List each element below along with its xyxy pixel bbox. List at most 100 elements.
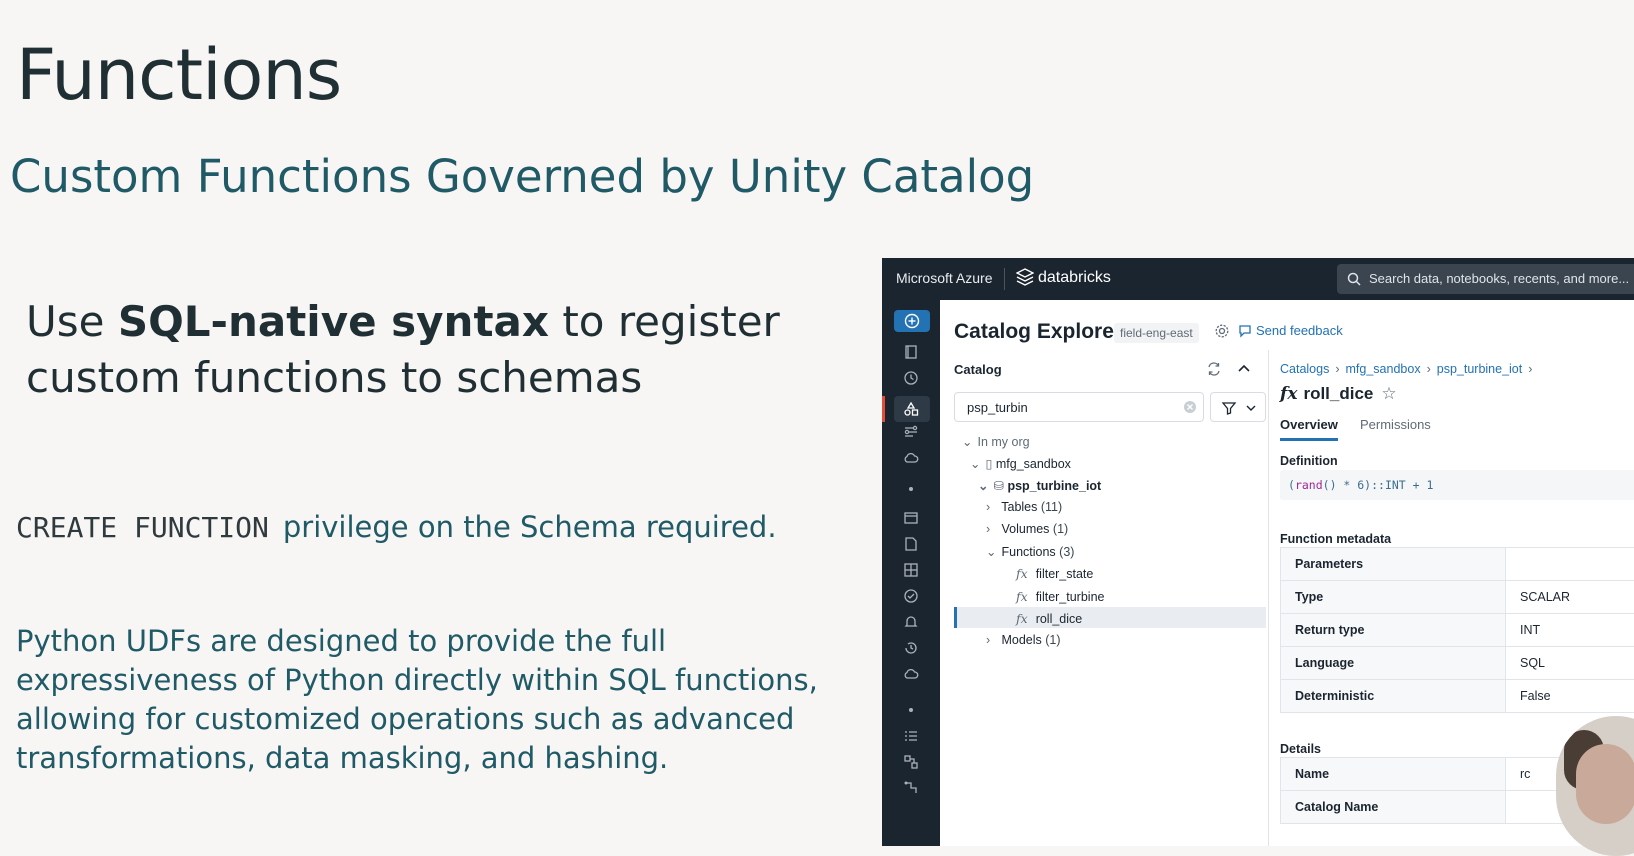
page-title: Catalog Explorer — [954, 320, 1122, 344]
catalog-icon: ▯ — [985, 457, 992, 471]
metadata-value: INT — [1506, 614, 1634, 647]
global-search-input[interactable]: Search data, notebooks, recents, and mor… — [1337, 264, 1634, 294]
tree-item-catalog[interactable]: ⌄ ▯ mfg_sandbox — [970, 456, 1071, 471]
selected-row-highlight — [954, 607, 1266, 628]
chevron-up-icon[interactable] — [1236, 361, 1252, 377]
tree-item-function[interactable]: fx filter_turbine — [1016, 589, 1104, 604]
presenter-face — [1576, 744, 1634, 824]
sql-native-statement: Use SQL-native syntax to register custom… — [26, 294, 826, 406]
breadcrumb-link[interactable]: Catalogs — [1280, 362, 1329, 376]
alerts-icon[interactable] — [903, 614, 919, 630]
database-icon: ⛁ — [993, 479, 1003, 493]
privilege-code: CREATE FUNCTION — [16, 511, 269, 544]
chevron-down-icon — [1245, 400, 1257, 416]
slide-title: Functions — [16, 34, 341, 116]
catalog-explorer-main: Catalog Explorer field-eng-east Send fee… — [940, 300, 1634, 846]
product-name: databricks — [1038, 269, 1111, 287]
tree-label: Models — [1001, 633, 1041, 647]
chevron-right-icon: › — [986, 633, 998, 647]
tree-item-volumes[interactable]: › Volumes (1) — [986, 522, 1068, 536]
sidebar — [882, 300, 940, 846]
sql-editor-icon[interactable] — [903, 510, 919, 526]
section-dot — [909, 487, 913, 491]
tab-permissions[interactable]: Permissions — [1360, 417, 1431, 432]
catalog-search-field[interactable] — [954, 392, 1204, 422]
metadata-table: Parameters TypeSCALAR Return typeINT Lan… — [1280, 547, 1634, 713]
active-marker — [882, 396, 885, 422]
catalog-icon[interactable] — [903, 401, 919, 417]
slide-subtitle: Custom Functions Governed by Unity Catal… — [10, 150, 1034, 203]
tree-item-function[interactable]: fx filter_state — [1016, 566, 1093, 581]
gear-icon[interactable] — [1214, 323, 1230, 339]
genie-icon[interactable] — [903, 588, 919, 604]
sql-native-bold: SQL-native syntax — [118, 297, 549, 346]
query-history-icon[interactable] — [903, 640, 919, 656]
clear-icon[interactable] — [1183, 400, 1197, 414]
tree-label: Tables — [1001, 500, 1037, 514]
databricks-window: Microsoft Azure databricks Search data, … — [882, 258, 1634, 846]
top-bar: Microsoft Azure databricks Search data, … — [882, 258, 1634, 300]
features-icon[interactable] — [903, 754, 919, 770]
tree-item-function-selected[interactable]: fxroll_dice — [1016, 611, 1082, 626]
tree-item-schema[interactable]: ⌄ ⛁ psp_turbine_iot — [978, 478, 1101, 493]
workspace-badge[interactable]: field-eng-east — [1114, 323, 1199, 343]
recents-icon[interactable] — [903, 370, 919, 386]
function-icon: fx — [1280, 384, 1297, 404]
filter-button[interactable] — [1210, 392, 1266, 422]
sql-native-pre: Use — [26, 297, 118, 346]
breadcrumb-link[interactable]: psp_turbine_iot — [1437, 362, 1522, 376]
metadata-value: SQL — [1506, 647, 1634, 680]
chevron-right-icon: › — [986, 500, 998, 514]
tree-label: Functions — [1001, 545, 1055, 559]
workspace-icon[interactable] — [903, 344, 919, 360]
panel-divider[interactable] — [1268, 350, 1269, 846]
definition-label: Definition — [1280, 454, 1338, 468]
tree-item-tables[interactable]: › Tables (11) — [986, 500, 1062, 514]
catalog-search-input[interactable] — [965, 399, 1179, 416]
section-dot — [909, 708, 913, 712]
privilege-text: privilege on the Schema required. — [283, 510, 777, 544]
function-icon: fx — [1016, 589, 1028, 604]
chevron-right-icon: › — [1528, 362, 1532, 376]
tree-count: (1) — [1045, 633, 1060, 647]
details-key: Name — [1281, 758, 1506, 791]
workflows-icon[interactable] — [903, 424, 919, 440]
details-key: Catalog Name — [1281, 791, 1506, 824]
new-button[interactable] — [894, 310, 930, 332]
function-icon: fx — [1016, 611, 1028, 626]
queries-icon[interactable] — [903, 536, 919, 552]
sql-warehouses-icon[interactable] — [903, 666, 919, 682]
experiments-icon[interactable] — [903, 728, 919, 744]
send-feedback-label: Send feedback — [1256, 323, 1343, 338]
definition-code-block: (rand() * 6)::INT + 1 — [1280, 470, 1634, 500]
dashboards-icon[interactable] — [903, 562, 919, 578]
tree-label: filter_state — [1036, 567, 1094, 581]
metadata-key: Type — [1281, 581, 1506, 614]
catalog-panel-label: Catalog — [954, 362, 1002, 377]
chevron-right-icon: › — [986, 522, 998, 536]
compute-icon[interactable] — [903, 450, 919, 466]
chevron-down-icon: ⌄ — [970, 456, 982, 471]
tree-label: filter_turbine — [1036, 590, 1105, 604]
refresh-icon[interactable] — [1206, 361, 1222, 377]
chevron-down-icon: ⌄ — [962, 434, 974, 449]
tree-item-models[interactable]: › Models (1) — [986, 633, 1061, 647]
chevron-down-icon: ⌄ — [978, 478, 990, 493]
send-feedback-link[interactable]: Send feedback — [1238, 323, 1343, 338]
tab-overview[interactable]: Overview — [1280, 417, 1338, 441]
python-udf-statement: Python UDFs are designed to provide the … — [16, 622, 856, 778]
definition-code: (rand() * 6)::INT + 1 — [1288, 478, 1433, 492]
search-placeholder: Search data, notebooks, recents, and mor… — [1369, 271, 1629, 286]
function-icon: fx — [1016, 566, 1028, 581]
chat-bubble-icon — [1238, 324, 1252, 338]
star-icon[interactable]: ☆ — [1381, 384, 1396, 403]
tree-label: In my org — [977, 435, 1029, 449]
tree-item-functions[interactable]: ⌄ Functions (3) — [986, 544, 1074, 559]
code-rest: () * 6)::INT + 1 — [1323, 478, 1434, 492]
metadata-value — [1506, 548, 1634, 581]
serving-icon[interactable] — [903, 780, 919, 796]
metadata-value: SCALAR — [1506, 581, 1634, 614]
breadcrumb-link[interactable]: mfg_sandbox — [1346, 362, 1421, 376]
tree-count: (3) — [1059, 545, 1074, 559]
tree-group-in-my-org[interactable]: ⌄ In my org — [962, 434, 1030, 449]
